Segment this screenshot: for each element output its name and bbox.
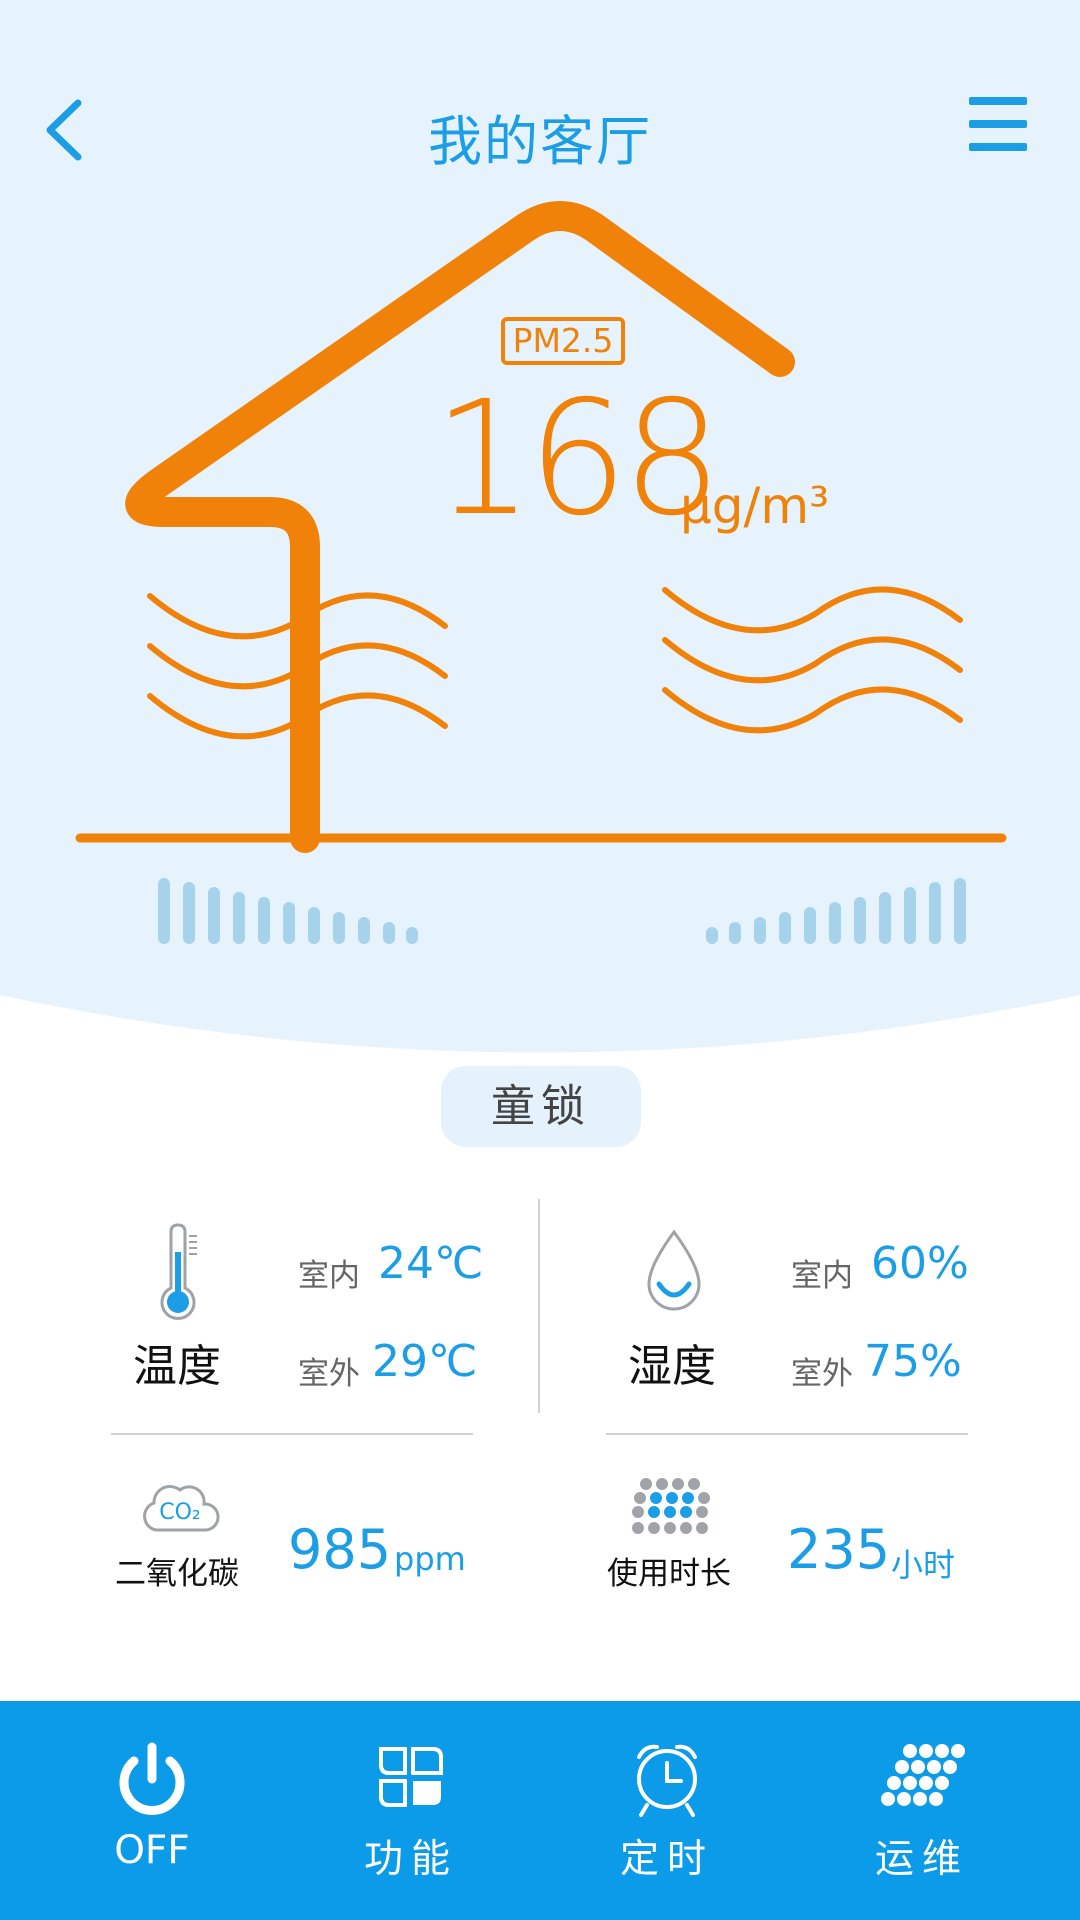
- thermometer-icon: [160, 1223, 197, 1320]
- temperature-label: 温度: [133, 1341, 221, 1392]
- temp-indoor-label: 室内: [298, 1258, 360, 1294]
- section-divider-vertical: [538, 1199, 540, 1413]
- humidity-indoor-value: 60%: [871, 1238, 969, 1289]
- power-icon: [119, 1742, 185, 1815]
- nav-power-off[interactable]: OFF: [52, 1701, 252, 1920]
- temp-outdoor-label: 室外: [298, 1356, 360, 1392]
- page-title: 我的客厅: [428, 110, 652, 173]
- nav-label-timer: 定时: [619, 1837, 714, 1882]
- pm25-badge: PM2.5: [501, 317, 625, 365]
- maintenance-hex-icon: [881, 1744, 965, 1806]
- co2-cloud-icon: CO₂: [140, 1478, 220, 1536]
- pm25-unit: μg/m³: [680, 477, 830, 535]
- usage-value: 235: [787, 1518, 891, 1581]
- temp-outdoor-value: 29℃: [372, 1336, 478, 1387]
- nav-label-maintenance: 运维: [874, 1837, 969, 1882]
- usage-label: 使用时长: [607, 1556, 731, 1592]
- humidity-outdoor-label: 室外: [791, 1356, 853, 1392]
- hero-panel: 我的客厅 PM2.5 168 μg/m³: [0, 0, 1080, 1070]
- nav-function[interactable]: 功能: [311, 1701, 511, 1920]
- function-grid-icon: [379, 1747, 443, 1807]
- menu-button[interactable]: [965, 95, 1030, 155]
- usage-unit: 小时: [891, 1546, 956, 1584]
- back-button[interactable]: [40, 95, 100, 165]
- filter-hex-icon: [632, 1478, 710, 1534]
- temp-indoor-value: 24℃: [378, 1238, 484, 1289]
- co2-icon-text: CO₂: [159, 1500, 201, 1525]
- co2-value: 985: [288, 1518, 392, 1581]
- nav-timer[interactable]: 定时: [567, 1701, 767, 1920]
- humidity-outdoor-value: 75%: [864, 1336, 962, 1387]
- water-drop-icon: [647, 1229, 701, 1311]
- nav-maintenance[interactable]: 运维: [822, 1701, 1022, 1920]
- pm25-value: 168: [433, 367, 723, 551]
- co2-unit: ppm: [394, 1540, 466, 1578]
- nav-label-off: OFF: [114, 1828, 190, 1873]
- chevron-left-icon: [46, 99, 82, 161]
- nav-label-function: 功能: [363, 1837, 458, 1882]
- divider-left: [111, 1433, 473, 1435]
- child-lock-button[interactable]: 童锁: [441, 1066, 641, 1147]
- humidity-label: 湿度: [628, 1341, 716, 1392]
- hamburger-menu-icon: [969, 97, 1027, 151]
- humidity-indoor-label: 室内: [791, 1258, 853, 1294]
- bottom-nav: OFF 功能 定时 运维: [0, 1701, 1080, 1920]
- alarm-clock-icon: [637, 1744, 697, 1817]
- divider-right: [606, 1433, 968, 1435]
- co2-label: 二氧化碳: [115, 1556, 239, 1592]
